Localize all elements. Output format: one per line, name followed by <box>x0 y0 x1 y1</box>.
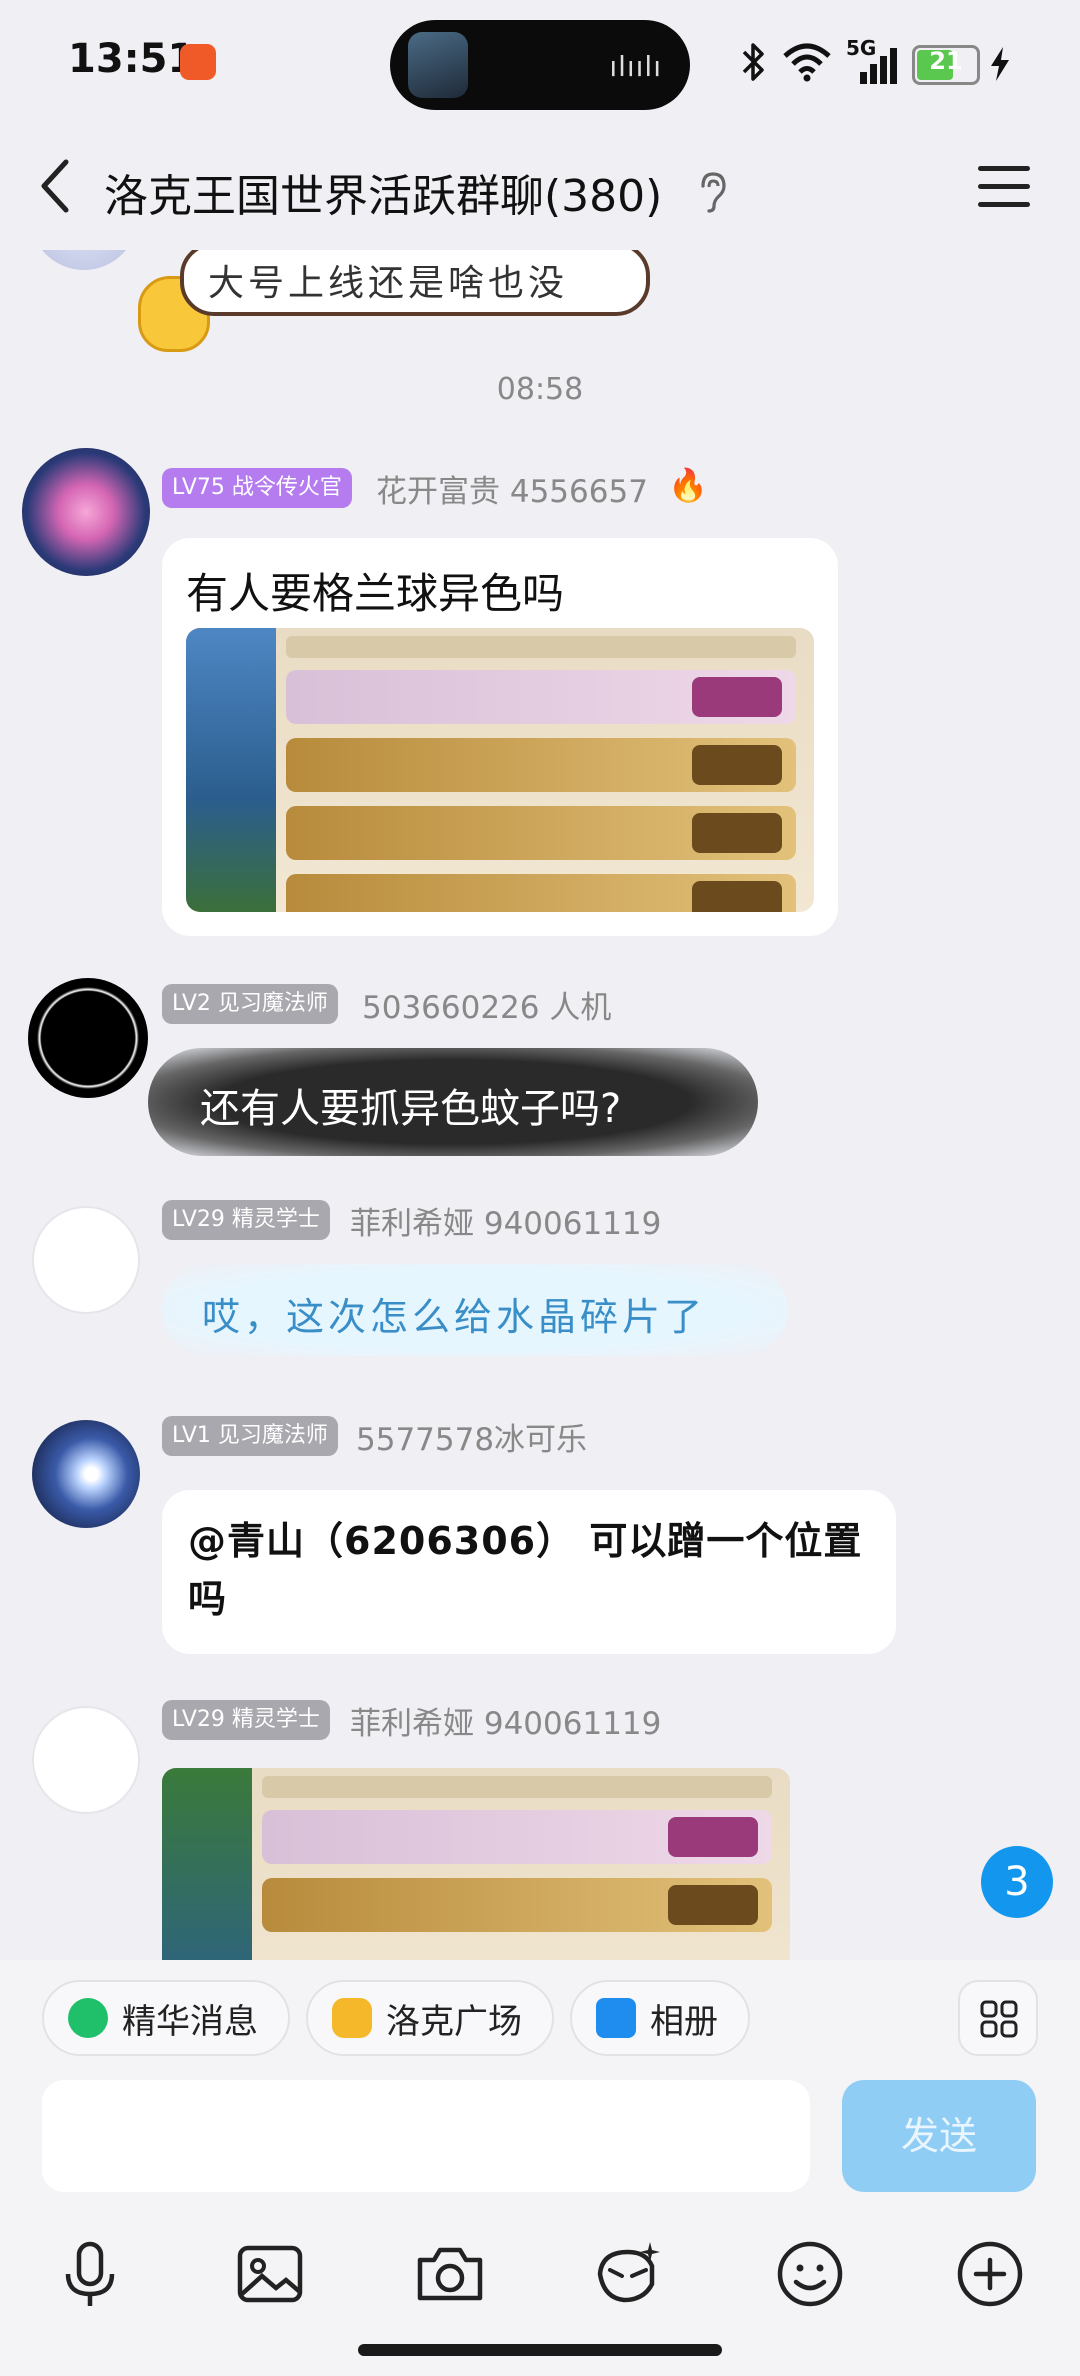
sender-name[interactable]: 菲利希娅 940061119 <box>350 1698 661 1743</box>
message-text: 大号上线还是啥也没 <box>208 263 569 304</box>
screenshot-sidebar <box>162 1768 252 1960</box>
screenshot-row <box>286 806 796 860</box>
level-badge: LV29 精灵学士 <box>162 1700 330 1740</box>
text-sticker-bubble[interactable]: 大号上线还是啥也没 <box>180 250 650 316</box>
level-badge: LV75 战令传火官 <box>162 468 352 508</box>
network-type: 5G <box>846 36 877 60</box>
message-text: 有人要格兰球异色吗 <box>186 569 565 618</box>
chip-label: 相册 <box>650 2001 718 2042</box>
message-bubble[interactable]: 还有人要抓异色蚊子吗? <box>148 1048 758 1156</box>
user-avatar[interactable] <box>32 1706 140 1814</box>
message-bubble[interactable]: @青山（6206306） 可以蹭一个位置吗 <box>162 1490 896 1654</box>
notification-app-icon <box>180 44 216 80</box>
group-title[interactable]: 洛克王国世界活跃群聊(380) <box>104 160 662 224</box>
message-bubble[interactable]: 哎，这次怎么给水晶碎片了 <box>162 1264 788 1356</box>
chip-label: 洛克广场 <box>386 2001 522 2042</box>
screenshot-row <box>262 1878 772 1932</box>
apps-grid-icon[interactable] <box>958 1980 1038 2056</box>
status-bar: 13:51 ılıılı 5G 21 <box>0 0 1080 130</box>
unread-count-badge[interactable]: 3 <box>981 1846 1053 1918</box>
screenshot-tabs <box>286 636 796 658</box>
screenshot-row <box>286 670 796 724</box>
sender-name[interactable]: 503660226 人机 <box>362 982 611 1027</box>
user-avatar[interactable] <box>28 978 148 1098</box>
user-avatar[interactable] <box>22 448 150 576</box>
game-screenshot-image[interactable] <box>162 1768 790 1960</box>
level-badge: LV1 见习魔法师 <box>162 1416 338 1456</box>
plus-icon[interactable] <box>950 2234 1030 2314</box>
sender-name[interactable]: 花开富贵 4556657 <box>376 466 648 511</box>
emoji-icon[interactable] <box>770 2234 850 2314</box>
level-badge: LV2 见习魔法师 <box>162 984 338 1024</box>
screenshot-row <box>286 874 796 912</box>
message-text: 还有人要抓异色蚊子吗? <box>200 1086 622 1132</box>
hearing-ear-icon[interactable] <box>696 170 730 214</box>
user-avatar[interactable] <box>32 1420 140 1528</box>
status-time: 13:51 <box>68 36 196 82</box>
chip-label: 精华消息 <box>122 2001 258 2042</box>
game-app-icon <box>408 32 468 98</box>
status-icons: 5G <box>738 36 898 84</box>
essence-messages-chip[interactable]: 精华消息 <box>42 1980 290 2056</box>
input-toolbar <box>0 2216 1080 2376</box>
battery-icon: 21 <box>912 45 980 85</box>
time-separator: 08:58 <box>496 372 584 407</box>
sender-name[interactable]: 5577578冰可乐 <box>356 1414 587 1459</box>
duck-icon <box>332 1998 372 2038</box>
star-icon <box>68 1998 108 2038</box>
partial-avatar[interactable] <box>30 250 138 270</box>
camera-icon[interactable] <box>410 2234 490 2314</box>
message-bubble[interactable]: 有人要格兰球异色吗 <box>162 538 838 936</box>
bluetooth-icon <box>742 43 764 81</box>
screenshot-row <box>262 1810 772 1864</box>
charging-icon <box>991 47 1009 81</box>
message-text: @青山（6206306） 可以蹭一个位置吗 <box>188 1519 863 1621</box>
menu-icon[interactable] <box>978 166 1030 212</box>
album-chip[interactable]: 相册 <box>570 1980 750 2056</box>
send-button[interactable]: 发送 <box>842 2080 1036 2192</box>
dynamic-island[interactable]: ılıılı <box>390 20 690 110</box>
home-indicator[interactable] <box>358 2344 722 2356</box>
chat-messages[interactable]: 大号上线还是啥也没 08:58 LV75 战令传火官 花开富贵 4556657 … <box>0 250 1080 1960</box>
image-icon[interactable] <box>230 2234 310 2314</box>
battery-percent: 21 <box>929 47 963 75</box>
screenshot-tabs <box>262 1776 772 1798</box>
chat-header: 洛克王国世界活跃群聊(380) <box>0 130 1080 250</box>
back-arrow-icon[interactable] <box>38 156 72 216</box>
wifi-icon <box>783 43 831 82</box>
quick-action-bar: 精华消息 洛克广场 相册 <box>0 1960 1080 2080</box>
fire-icon: 🔥 <box>668 466 708 504</box>
message-text: 哎，这次怎么给水晶碎片了 <box>202 1295 707 1339</box>
album-icon <box>596 1998 636 2038</box>
message-input[interactable] <box>42 2080 810 2192</box>
screenshot-row <box>286 738 796 792</box>
user-avatar[interactable] <box>32 1206 140 1314</box>
sticker-creator-icon[interactable] <box>588 2234 668 2314</box>
level-badge: LV29 精灵学士 <box>162 1200 330 1240</box>
message-input-row: 发送 <box>0 2076 1080 2216</box>
sender-name[interactable]: 菲利希娅 940061119 <box>350 1198 661 1243</box>
audio-wave-icon: ılıılı <box>609 50 662 83</box>
screenshot-sidebar <box>186 628 276 912</box>
microphone-icon[interactable] <box>50 2234 130 2314</box>
game-screenshot-image[interactable] <box>186 628 814 912</box>
roco-square-chip[interactable]: 洛克广场 <box>306 1980 554 2056</box>
cellular-signal-icon: 5G <box>846 36 898 84</box>
